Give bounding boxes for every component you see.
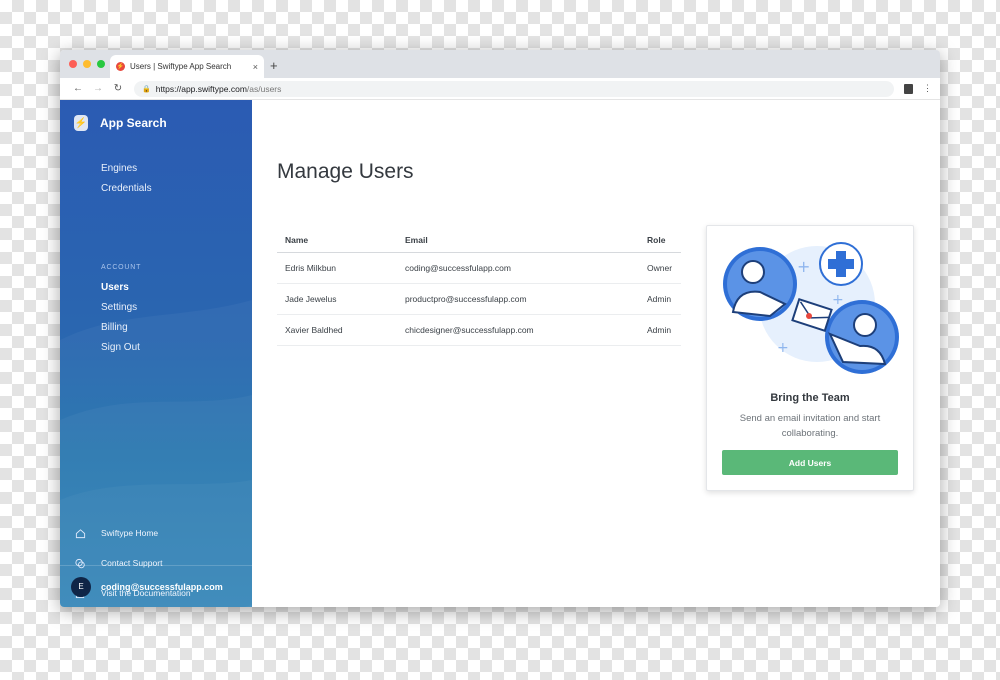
user-email: productpro@successfulapp.com — [397, 283, 639, 315]
url-field[interactable]: 🔒 https://app.swiftype.com/as/users — [134, 80, 894, 97]
browser-tab[interactable]: ⚡ Users | Swiftype App Search × — [110, 55, 264, 78]
user-email: coding@successfulapp.com — [101, 581, 223, 592]
sidebar-item-settings[interactable]: Settings — [101, 298, 140, 318]
brand[interactable]: ⚡ App Search — [74, 115, 167, 131]
url-host: https://app.swiftype.com — [155, 83, 247, 94]
page-title: Manage Users — [277, 160, 414, 183]
window-controls — [69, 60, 105, 68]
back-icon[interactable]: ← — [68, 83, 88, 94]
table-header-row: Name Email Role — [277, 228, 681, 253]
svg-text:+: + — [832, 292, 844, 308]
avatar: E — [71, 576, 91, 597]
team-handshake-illustration-icon: + + + — [723, 242, 899, 374]
new-tab-button[interactable]: + — [270, 58, 278, 73]
user-role: Admin — [639, 314, 681, 346]
address-bar: ← → ↻ 🔒 https://app.swiftype.com/as/user… — [60, 78, 940, 100]
account-nav: Users Settings Billing Sign Out — [101, 278, 140, 358]
user-email: chicdesigner@successfulapp.com — [397, 314, 639, 346]
extension-icon[interactable] — [904, 83, 913, 94]
reload-icon[interactable]: ↻ — [108, 83, 128, 94]
primary-nav: Engines Credentials — [101, 159, 152, 199]
section-label-account: ACCOUNT — [101, 264, 142, 271]
account-user[interactable]: E coding@successfulapp.com — [60, 565, 252, 607]
url-path: /as/users — [246, 83, 282, 94]
column-header-name: Name — [277, 228, 397, 253]
sidebar-item-billing[interactable]: Billing — [101, 318, 140, 338]
main-content: Manage Users Name Email Role Edris Milkb… — [252, 100, 940, 607]
user-role: Admin — [639, 283, 681, 315]
browser-window: ⚡ Users | Swiftype App Search × + ← → ↻ … — [60, 50, 940, 607]
user-name: Edris Milkbun — [277, 252, 397, 284]
table-row[interactable]: Jade Jewelus productpro@successfulapp.co… — [277, 283, 681, 315]
tab-close-icon[interactable]: × — [253, 62, 258, 72]
user-email: coding@successfulapp.com — [397, 252, 639, 284]
home-icon — [74, 527, 86, 539]
column-header-email: Email — [397, 228, 639, 253]
menu-icon[interactable]: ⋮ — [923, 83, 932, 94]
tab-title: Users | Swiftype App Search — [130, 62, 232, 71]
card-description: Send an email invitation and start colla… — [739, 413, 881, 439]
maximize-window-button[interactable] — [97, 60, 105, 68]
swiftype-favicon-icon: ⚡ — [116, 62, 125, 71]
table-row[interactable]: Edris Milkbun coding@successfulapp.com O… — [277, 252, 681, 284]
users-table: Name Email Role Edris Milkbun coding@suc… — [277, 228, 681, 346]
tab-bar: ⚡ Users | Swiftype App Search × + — [60, 50, 940, 78]
brand-name: App Search — [100, 116, 167, 130]
user-name: Xavier Baldhed — [277, 314, 397, 346]
user-name: Jade Jewelus — [277, 283, 397, 315]
card-title: Bring the Team — [770, 392, 850, 404]
add-users-button[interactable]: Add Users — [722, 450, 898, 475]
sidebar: ⚡ App Search Engines Credentials ACCOUNT… — [60, 100, 252, 607]
app-search-logo-icon: ⚡ — [74, 115, 88, 131]
close-window-button[interactable] — [69, 60, 77, 68]
sidebar-item-engines[interactable]: Engines — [101, 159, 152, 179]
minimize-window-button[interactable] — [83, 60, 91, 68]
sidebar-item-users[interactable]: Users — [101, 278, 140, 298]
sidebar-item-credentials[interactable]: Credentials — [101, 179, 152, 199]
link-label: Swiftype Home — [101, 528, 159, 538]
table-row[interactable]: Xavier Baldhed chicdesigner@successfulap… — [277, 314, 681, 346]
svg-text:+: + — [797, 257, 810, 276]
link-swiftype-home[interactable]: Swiftype Home — [74, 518, 191, 548]
column-header-role: Role — [639, 228, 681, 253]
lock-icon: 🔒 — [142, 85, 151, 93]
forward-icon[interactable]: → — [88, 83, 108, 94]
svg-text:+: + — [777, 340, 789, 356]
sidebar-item-sign-out[interactable]: Sign Out — [101, 338, 140, 358]
user-role: Owner — [639, 252, 681, 284]
invite-card: + + + Bring the Team Send an email invit… — [706, 225, 914, 491]
